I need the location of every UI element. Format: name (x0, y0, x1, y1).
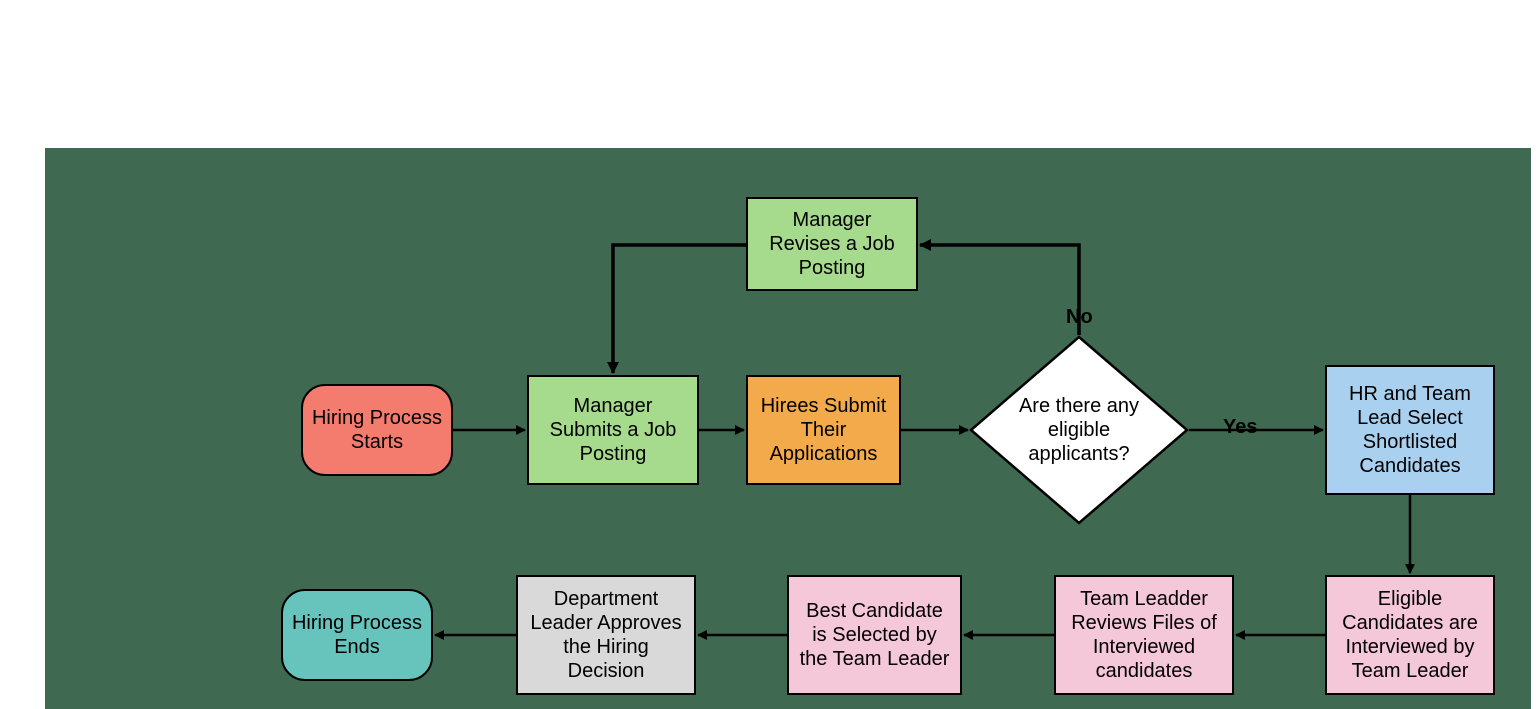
node-hirees: Hirees Submit Their Applications (746, 375, 901, 485)
node-decision: Are there any eligible applicants? (969, 335, 1189, 525)
node-start-label: Hiring Process Starts (311, 406, 443, 454)
node-revise-label: Manager Revises a Job Posting (756, 208, 908, 280)
node-hirees-label: Hirees Submit Their Applications (756, 394, 891, 466)
node-interview-label: Eligible Candidates are Interviewed by T… (1335, 587, 1485, 683)
node-decision-label: Are there any eligible applicants? (969, 394, 1189, 466)
node-revise: Manager Revises a Job Posting (746, 197, 918, 291)
node-start: Hiring Process Starts (301, 384, 453, 476)
edge-label-no: No (1066, 306, 1093, 329)
node-interview: Eligible Candidates are Interviewed by T… (1325, 575, 1495, 695)
node-end: Hiring Process Ends (281, 589, 433, 681)
top-whitespace (45, 35, 1531, 148)
edge-label-yes: Yes (1223, 416, 1257, 439)
node-approve: Department Leader Approves the Hiring De… (516, 575, 696, 695)
node-approve-label: Department Leader Approves the Hiring De… (526, 587, 686, 683)
node-review-label: Team Leadder Reviews Files of Interviewe… (1064, 587, 1224, 683)
node-shortlist: HR and Team Lead Select Shortlisted Cand… (1325, 365, 1495, 495)
node-best-label: Best Candidate is Selected by the Team L… (797, 599, 952, 671)
node-end-label: Hiring Process Ends (291, 611, 423, 659)
node-submit: Manager Submits a Job Posting (527, 375, 699, 485)
node-submit-label: Manager Submits a Job Posting (537, 394, 689, 466)
node-review: Team Leadder Reviews Files of Interviewe… (1054, 575, 1234, 695)
node-best: Best Candidate is Selected by the Team L… (787, 575, 962, 695)
node-shortlist-label: HR and Team Lead Select Shortlisted Cand… (1335, 382, 1485, 478)
